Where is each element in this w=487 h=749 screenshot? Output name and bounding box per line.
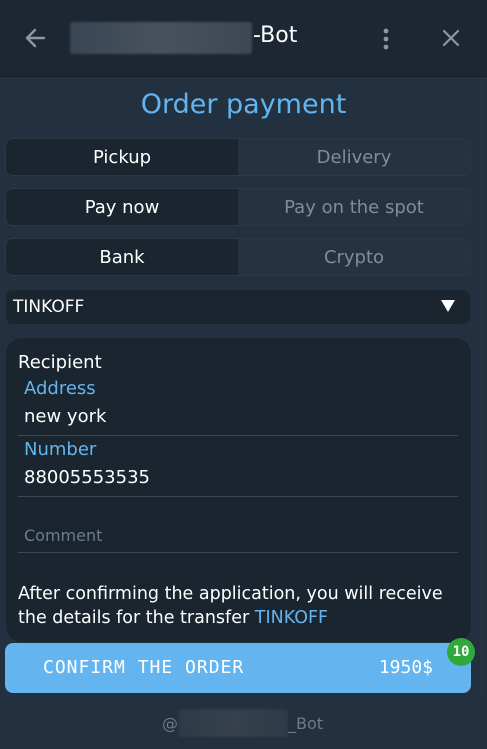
bank-select-value: TINKOFF <box>13 297 85 317</box>
scrollbar[interactable] <box>480 77 485 698</box>
back-button[interactable] <box>22 24 50 52</box>
close-button[interactable] <box>438 25 464 51</box>
transfer-info-body: After confirming the application, you wi… <box>18 584 443 628</box>
dropdown-arrow-icon <box>441 300 455 312</box>
recipient-card: Recipient Address new york Number 880055… <box>6 338 471 642</box>
webapp-content: Order payment Pickup Delivery Pay now Pa… <box>0 77 487 749</box>
address-label: Address <box>24 378 96 399</box>
crypto-option[interactable]: Crypto <box>238 239 470 275</box>
pay-now-option[interactable]: Pay now <box>6 189 238 225</box>
delivery-option[interactable]: Delivery <box>238 139 470 175</box>
delivery-toggle: Pickup Delivery <box>5 138 471 176</box>
menu-button[interactable] <box>376 24 396 54</box>
payment-time-toggle: Pay now Pay on the spot <box>5 188 471 226</box>
page-title: Order payment <box>140 89 347 120</box>
address-field[interactable]: new york <box>24 406 106 427</box>
transfer-bank-name: TINKOFF <box>254 608 329 628</box>
cart-count-badge: 10 <box>447 638 475 666</box>
bank-option[interactable]: Bank <box>6 239 238 275</box>
payment-method-toggle: Bank Crypto <box>5 238 471 276</box>
recipient-heading: Recipient <box>18 352 102 373</box>
confirm-order-button[interactable]: CONFIRM THE ORDER 1950$ <box>5 643 471 693</box>
footer-bot-name-redacted <box>178 709 288 737</box>
bot-title: -Bot <box>253 23 298 48</box>
number-underline <box>18 496 458 497</box>
bank-select[interactable]: TINKOFF <box>5 289 471 325</box>
close-icon <box>442 29 460 47</box>
number-label: Number <box>24 439 97 460</box>
confirm-order-label: CONFIRM THE ORDER <box>43 657 245 678</box>
number-field[interactable]: 88005553535 <box>24 467 150 488</box>
pickup-option[interactable]: Pickup <box>6 139 238 175</box>
address-underline <box>18 435 458 436</box>
bot-name-redacted <box>70 22 252 54</box>
pay-on-spot-option[interactable]: Pay on the spot <box>238 189 470 225</box>
more-vertical-icon <box>383 28 389 50</box>
footer-bot-suffix: _Bot <box>288 714 324 733</box>
transfer-info-text: After confirming the application, you wi… <box>18 582 466 630</box>
comment-input[interactable] <box>18 519 458 553</box>
app-header: -Bot <box>0 0 487 77</box>
back-arrow-icon <box>25 28 46 48</box>
order-total: 1950$ <box>378 657 433 678</box>
footer-at-sign: @ <box>162 714 178 733</box>
